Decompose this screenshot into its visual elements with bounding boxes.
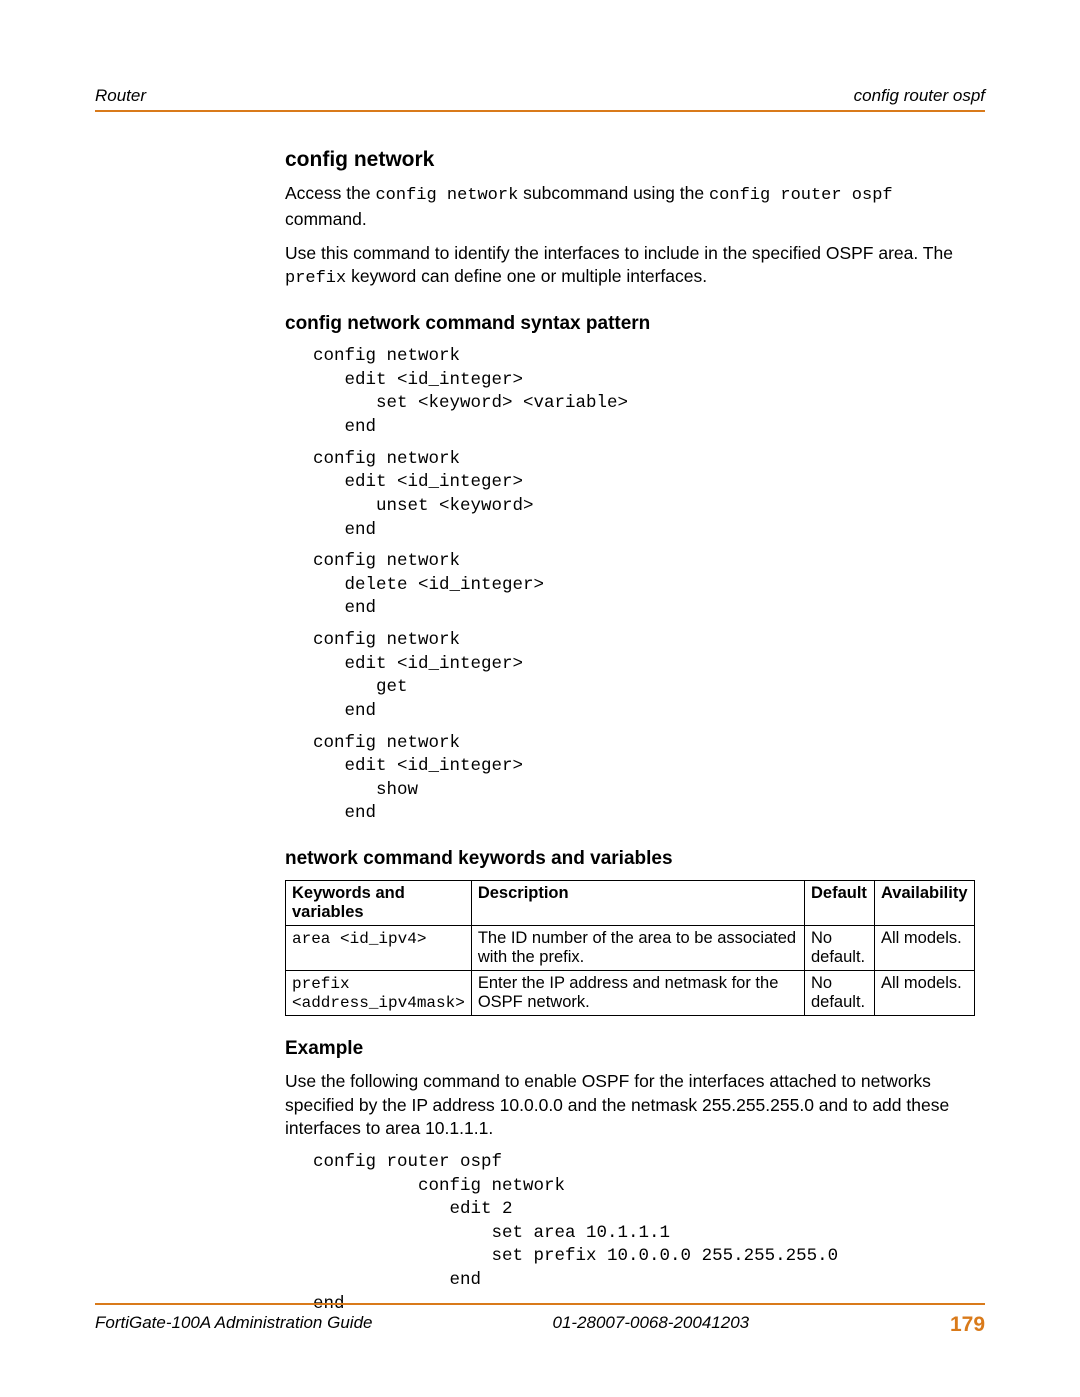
code-block-syntax-1: config network edit <id_integer> set <ke… [313,345,975,440]
footer-rule [95,1303,985,1305]
text: subcommand using the [518,183,709,203]
subsection-title-example: Example [285,1038,975,1060]
footer-row: FortiGate-100A Administration Guide 01-2… [95,1313,985,1337]
td-default: No default. [805,926,875,971]
subsection-title-keywords: network command keywords and variables [285,848,975,870]
table-header-row: Keywords and variables Description Defau… [286,881,975,926]
table-row: prefix<address_ipv4mask> Enter the IP ad… [286,971,975,1016]
footer-mid: 01-28007-0068-20041203 [492,1313,949,1337]
subsection-title-syntax: config network command syntax pattern [285,313,975,335]
inline-code-config-network: config network [375,186,518,205]
code-block-example: config router ospf config network edit 2… [313,1151,975,1316]
page-header: Router config router ospf [95,86,985,112]
inline-code-prefix: prefix [285,269,346,288]
code-block-syntax-5: config network edit <id_integer> show en… [313,732,975,827]
inline-code-config-router-ospf: config router ospf [709,186,893,205]
keywords-table: Keywords and variables Description Defau… [285,880,975,1016]
header-right: config router ospf [854,86,985,106]
text: command. [285,209,367,229]
section-title-config-network: config network [285,148,975,172]
td-availability: All models. [875,971,975,1016]
table-row: area <id_ipv4> The ID number of the area… [286,926,975,971]
td-keyword: prefix<address_ipv4mask> [286,971,472,1016]
page-content: config network Access the config network… [285,148,975,1316]
section-para-1: Access the config network subcommand usi… [285,182,975,232]
keyword-code-line1: prefix [292,975,350,993]
th-keywords: Keywords and variables [286,881,472,926]
td-availability: All models. [875,926,975,971]
code-block-syntax-4: config network edit <id_integer> get end [313,629,975,724]
section-para-2: Use this command to identify the interfa… [285,242,975,292]
keyword-code-line2: <address_ipv4mask> [292,994,465,1012]
text: keyword can define one or multiple inter… [346,266,707,286]
footer-left: FortiGate-100A Administration Guide [95,1313,492,1337]
td-description: The ID number of the area to be associat… [471,926,804,971]
td-description: Enter the IP address and netmask for the… [471,971,804,1016]
page-footer: FortiGate-100A Administration Guide 01-2… [95,1303,985,1337]
th-default: Default [805,881,875,926]
example-para: Use the following command to enable OSPF… [285,1070,975,1141]
td-default: No default. [805,971,875,1016]
text: Access the [285,183,375,203]
td-keyword: area <id_ipv4> [286,926,472,971]
code-block-syntax-3: config network delete <id_integer> end [313,550,975,621]
page-number: 179 [950,1313,985,1337]
th-availability: Availability [875,881,975,926]
code-block-syntax-2: config network edit <id_integer> unset <… [313,448,975,543]
keyword-code: area <id_ipv4> [292,930,426,948]
header-left: Router [95,86,146,106]
th-description: Description [471,881,804,926]
text: Use this command to identify the interfa… [285,243,953,263]
